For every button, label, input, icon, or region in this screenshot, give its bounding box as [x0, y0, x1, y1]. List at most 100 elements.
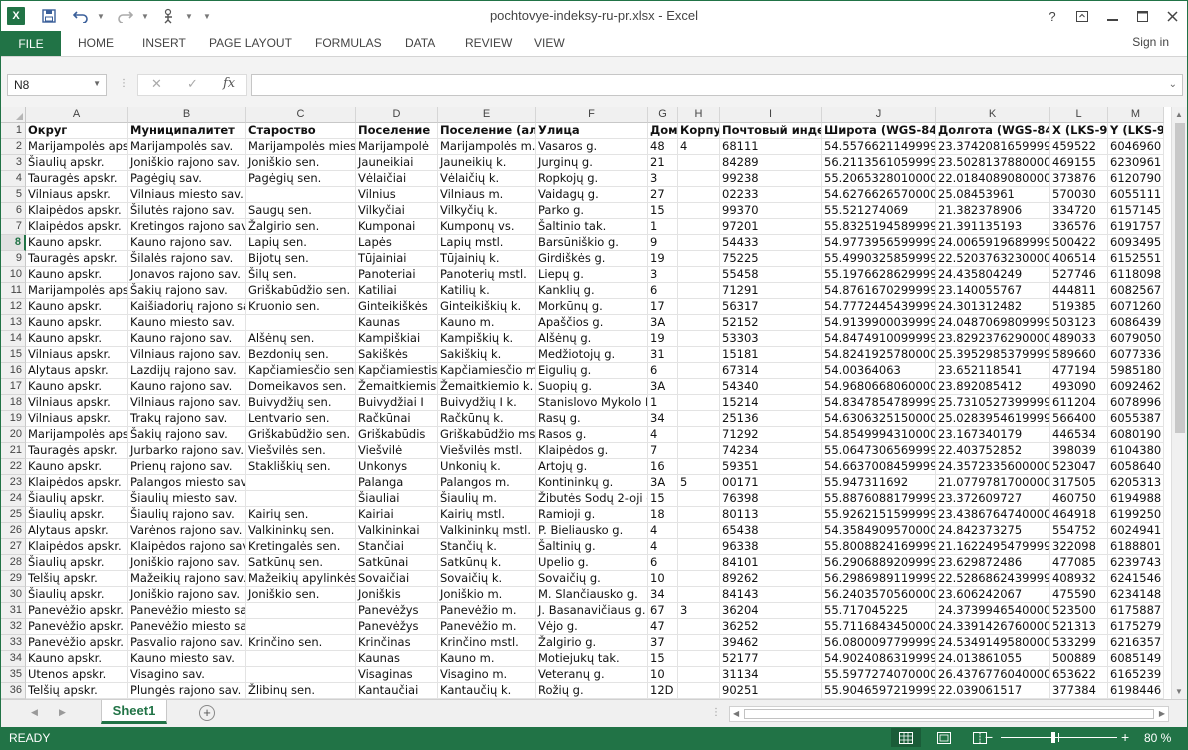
- table-cell[interactable]: 55.904659721999998: [822, 683, 936, 699]
- table-cell[interactable]: Kantaučių k.: [438, 683, 536, 699]
- table-cell[interactable]: 21.382378906: [936, 203, 1050, 219]
- table-cell[interactable]: Lapės: [356, 235, 438, 251]
- column-header-g[interactable]: G: [648, 107, 678, 123]
- row-header-8[interactable]: 8: [1, 235, 26, 251]
- row-header-20[interactable]: 20: [1, 427, 26, 443]
- table-cell[interactable]: [678, 235, 720, 251]
- row-header-34[interactable]: 34: [1, 651, 26, 667]
- table-cell[interactable]: 54.627662657000002: [822, 187, 936, 203]
- table-cell[interactable]: Pasvalio rajono sav.: [128, 635, 246, 651]
- table-cell[interactable]: Krinčino sen.: [246, 635, 356, 651]
- table-cell[interactable]: 54.876167029999998: [822, 283, 936, 299]
- table-cell[interactable]: 15: [648, 203, 678, 219]
- table-cell[interactable]: 25136: [720, 411, 822, 427]
- table-cell[interactable]: Marijampolės apskr.: [26, 283, 128, 299]
- table-cell[interactable]: 00171: [720, 475, 822, 491]
- table-cell[interactable]: 68111: [720, 139, 822, 155]
- tab-insert[interactable]: INSERT: [142, 36, 186, 50]
- header-cell[interactable]: Дом: [648, 123, 678, 139]
- table-cell[interactable]: Kauno rajono sav.: [128, 235, 246, 251]
- table-cell[interactable]: 31134: [720, 667, 822, 683]
- table-cell[interactable]: 90251: [720, 683, 822, 699]
- table-cell[interactable]: Sakiškės: [356, 347, 438, 363]
- row-header-1[interactable]: 1: [1, 123, 26, 139]
- table-cell[interactable]: [678, 267, 720, 283]
- table-cell[interactable]: 26.437677604000001: [936, 667, 1050, 683]
- table-cell[interactable]: Vilkyčių k.: [438, 203, 536, 219]
- row-header-12[interactable]: 12: [1, 299, 26, 315]
- table-cell[interactable]: 6234148: [1108, 587, 1164, 603]
- table-cell[interactable]: 398039: [1050, 443, 1108, 459]
- table-cell[interactable]: [246, 651, 356, 667]
- help-icon[interactable]: ?: [1037, 1, 1067, 31]
- tab-data[interactable]: DATA: [405, 36, 435, 50]
- table-cell[interactable]: 6055111: [1108, 187, 1164, 203]
- tab-splitter-icon[interactable]: ⋮: [711, 707, 721, 718]
- table-cell[interactable]: 589660: [1050, 347, 1108, 363]
- table-cell[interactable]: Kairiai: [356, 507, 438, 523]
- table-cell[interactable]: Kanklių g.: [536, 283, 648, 299]
- table-cell[interactable]: 489033: [1050, 331, 1108, 347]
- table-cell[interactable]: [246, 475, 356, 491]
- table-cell[interactable]: Kauno m.: [438, 315, 536, 331]
- table-cell[interactable]: 23.606242067: [936, 587, 1050, 603]
- table-cell[interactable]: 19: [648, 251, 678, 267]
- table-cell[interactable]: Šaltinio tak.: [536, 219, 648, 235]
- table-cell[interactable]: 446534: [1050, 427, 1108, 443]
- row-header-26[interactable]: 26: [1, 523, 26, 539]
- row-header-3[interactable]: 3: [1, 155, 26, 171]
- table-cell[interactable]: 23.372609727: [936, 491, 1050, 507]
- table-cell[interactable]: 55.947311692: [822, 475, 936, 491]
- table-cell[interactable]: Krinčino mstl.: [438, 635, 536, 651]
- row-header-35[interactable]: 35: [1, 667, 26, 683]
- table-cell[interactable]: Žlibinų sen.: [246, 683, 356, 699]
- table-cell[interactable]: [678, 395, 720, 411]
- table-cell[interactable]: 444811: [1050, 283, 1108, 299]
- table-cell[interactable]: 55.064730656999998: [822, 443, 936, 459]
- horizontal-scrollbar[interactable]: ◀ ▶: [729, 706, 1169, 722]
- table-cell[interactable]: 99238: [720, 171, 822, 187]
- table-cell[interactable]: 75225: [720, 251, 822, 267]
- table-cell[interactable]: 24.373994654000001: [936, 603, 1050, 619]
- table-cell[interactable]: Kauno miesto sav.: [128, 315, 246, 331]
- table-cell[interactable]: [678, 635, 720, 651]
- table-cell[interactable]: Kumponai: [356, 219, 438, 235]
- table-cell[interactable]: [678, 507, 720, 523]
- horizontal-scroll-thumb[interactable]: [744, 709, 1154, 719]
- table-cell[interactable]: 6082567: [1108, 283, 1164, 299]
- table-cell[interactable]: Unkonių k.: [438, 459, 536, 475]
- table-cell[interactable]: Jurginų g.: [536, 155, 648, 171]
- table-cell[interactable]: Plungės rajono sav.: [128, 683, 246, 699]
- table-cell[interactable]: Panevėžio apskr.: [26, 619, 128, 635]
- tab-view[interactable]: VIEW: [534, 36, 565, 50]
- table-cell[interactable]: 6080190: [1108, 427, 1164, 443]
- row-header-28[interactable]: 28: [1, 555, 26, 571]
- table-cell[interactable]: Viešvilės mstl.: [438, 443, 536, 459]
- zoom-level[interactable]: 80 %: [1144, 731, 1171, 745]
- table-cell[interactable]: 570030: [1050, 187, 1108, 203]
- table-cell[interactable]: Račkūnų k.: [438, 411, 536, 427]
- table-cell[interactable]: [678, 651, 720, 667]
- table-cell[interactable]: Račkūnai: [356, 411, 438, 427]
- column-header-d[interactable]: D: [356, 107, 438, 123]
- table-cell[interactable]: [678, 619, 720, 635]
- tab-home[interactable]: HOME: [78, 36, 114, 50]
- table-cell[interactable]: 6120790: [1108, 171, 1164, 187]
- table-cell[interactable]: Eigulių g.: [536, 363, 648, 379]
- table-cell[interactable]: 55.206532801000002: [822, 171, 936, 187]
- ribbon-display-options-icon[interactable]: [1067, 1, 1097, 31]
- table-cell[interactable]: 76398: [720, 491, 822, 507]
- table-cell[interactable]: 55.499032585999998: [822, 251, 936, 267]
- column-header-a[interactable]: A: [26, 107, 128, 123]
- table-cell[interactable]: 24.534914958000002: [936, 635, 1050, 651]
- table-cell[interactable]: 477194: [1050, 363, 1108, 379]
- table-cell[interactable]: Šiaulių apskr.: [26, 491, 128, 507]
- column-header-b[interactable]: B: [128, 107, 246, 123]
- column-header-m[interactable]: M: [1108, 107, 1164, 123]
- table-cell[interactable]: Panevėžio miesto sav.: [128, 619, 246, 635]
- table-cell[interactable]: Liepų g.: [536, 267, 648, 283]
- table-cell[interactable]: Pagėgių sav.: [128, 171, 246, 187]
- scroll-down-icon[interactable]: ▼: [1175, 687, 1183, 696]
- table-cell[interactable]: Kretingalės sen.: [246, 539, 356, 555]
- table-cell[interactable]: Jonavos rajono sav.: [128, 267, 246, 283]
